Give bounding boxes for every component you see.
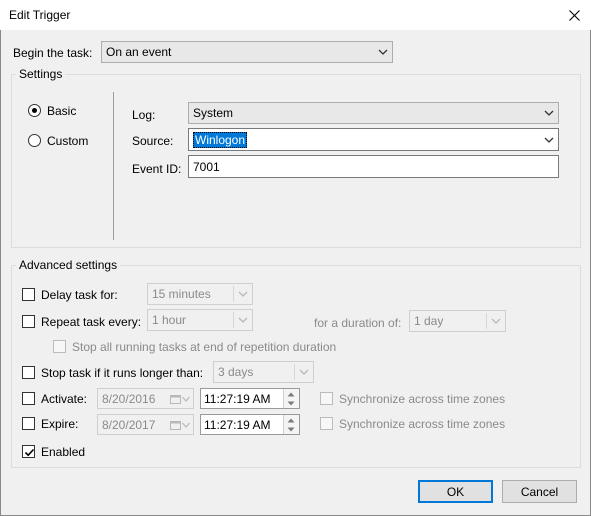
activate-sync-label: Synchronize across time zones	[339, 392, 506, 406]
activate-label: Activate:	[41, 392, 88, 406]
combo-separator	[294, 364, 295, 380]
repeat-combo[interactable]: 1 hour	[147, 309, 253, 331]
log-combo[interactable]: System	[188, 102, 559, 124]
activate-sync-checkbox[interactable]	[320, 392, 333, 405]
advanced-settings-title: Advanced settings	[16, 258, 121, 272]
event-id-label: Event ID:	[132, 162, 182, 176]
checkmark-icon	[24, 448, 35, 457]
spin-up-icon[interactable]	[287, 418, 295, 423]
combo-separator	[486, 313, 487, 329]
source-value[interactable]: Winlogon	[193, 131, 248, 148]
title-bar	[0, 0, 591, 30]
chevron-down-icon	[491, 318, 501, 324]
basic-radio-label: Basic	[47, 104, 77, 118]
stop-all-label: Stop all running tasks at end of repetit…	[72, 340, 337, 354]
activate-date-picker[interactable]: 8/20/2016	[97, 388, 194, 409]
close-button[interactable]	[560, 4, 588, 26]
custom-radio[interactable]	[28, 134, 41, 147]
window-title: Edit Trigger	[9, 8, 71, 22]
time-spinner[interactable]	[283, 389, 299, 408]
chevron-down-icon	[299, 369, 309, 375]
begin-task-combo[interactable]: On an event	[101, 41, 393, 63]
settings-group-title: Settings	[16, 67, 66, 81]
chevron-down-icon	[238, 291, 248, 297]
stop-if-longer-value: 3 days	[218, 365, 254, 379]
activate-time-picker[interactable]: 11:27:19 AM	[200, 388, 300, 409]
delay-checkbox[interactable]	[22, 288, 35, 301]
repeat-checkbox[interactable]	[22, 315, 35, 328]
expire-sync-label: Synchronize across time zones	[339, 417, 506, 431]
combo-separator	[233, 286, 234, 302]
log-value: System	[193, 106, 234, 120]
activate-date-value: 8/20/2016	[102, 391, 156, 406]
chevron-down-icon	[182, 422, 190, 428]
log-label: Log:	[132, 108, 156, 122]
event-id-value: 7001	[193, 159, 220, 174]
spin-down-icon[interactable]	[287, 401, 295, 406]
combo-separator	[233, 312, 234, 328]
duration-combo[interactable]: 1 day	[409, 310, 506, 332]
chevron-down-icon	[544, 137, 554, 143]
duration-value: 1 day	[414, 314, 444, 328]
basic-radio[interactable]	[28, 104, 41, 117]
calendar-icon	[170, 395, 181, 404]
expire-time-value: 11:27:19 AM	[204, 417, 271, 432]
enabled-checkbox[interactable]	[22, 445, 35, 458]
chevron-down-icon	[544, 110, 554, 116]
duration-label: for a duration of:	[314, 316, 402, 330]
repeat-value: 1 hour	[152, 313, 187, 327]
ok-button[interactable]: OK	[418, 480, 493, 503]
custom-radio-label: Custom	[47, 134, 89, 148]
expire-date-picker[interactable]: 8/20/2017	[97, 414, 194, 435]
activate-checkbox[interactable]	[22, 392, 35, 405]
chevron-down-icon	[378, 49, 388, 55]
chevron-down-icon	[182, 396, 190, 402]
source-label: Source:	[132, 134, 174, 148]
settings-divider	[113, 92, 114, 240]
begin-task-label: Begin the task:	[13, 46, 93, 60]
stop-all-checkbox[interactable]	[53, 340, 66, 353]
cancel-button[interactable]: Cancel	[502, 480, 577, 503]
source-combo[interactable]: Winlogon	[188, 128, 559, 151]
radio-selected-dot	[32, 108, 37, 113]
chevron-down-icon	[238, 317, 248, 323]
activate-time-value: 11:27:19 AM	[204, 391, 271, 406]
delay-combo[interactable]: 15 minutes	[147, 283, 253, 305]
close-icon	[568, 9, 580, 21]
event-id-input[interactable]: 7001	[188, 155, 559, 178]
expire-checkbox[interactable]	[22, 417, 35, 430]
expire-time-picker[interactable]: 11:27:19 AM	[200, 414, 300, 435]
repeat-label: Repeat task every:	[41, 315, 142, 329]
stop-if-longer-label: Stop task if it runs longer than:	[41, 366, 204, 380]
calendar-icon	[170, 421, 181, 430]
spin-down-icon[interactable]	[287, 427, 295, 432]
expire-date-value: 8/20/2017	[102, 417, 156, 432]
expire-label: Expire:	[41, 417, 79, 431]
enabled-label: Enabled	[41, 445, 86, 459]
time-spinner[interactable]	[283, 415, 299, 434]
delay-label: Delay task for:	[41, 288, 118, 302]
begin-task-value: On an event	[106, 45, 172, 59]
expire-sync-checkbox[interactable]	[320, 417, 333, 430]
stop-if-longer-combo[interactable]: 3 days	[213, 361, 314, 383]
spin-up-icon[interactable]	[287, 392, 295, 397]
stop-if-longer-checkbox[interactable]	[22, 366, 35, 379]
delay-value: 15 minutes	[152, 287, 211, 301]
